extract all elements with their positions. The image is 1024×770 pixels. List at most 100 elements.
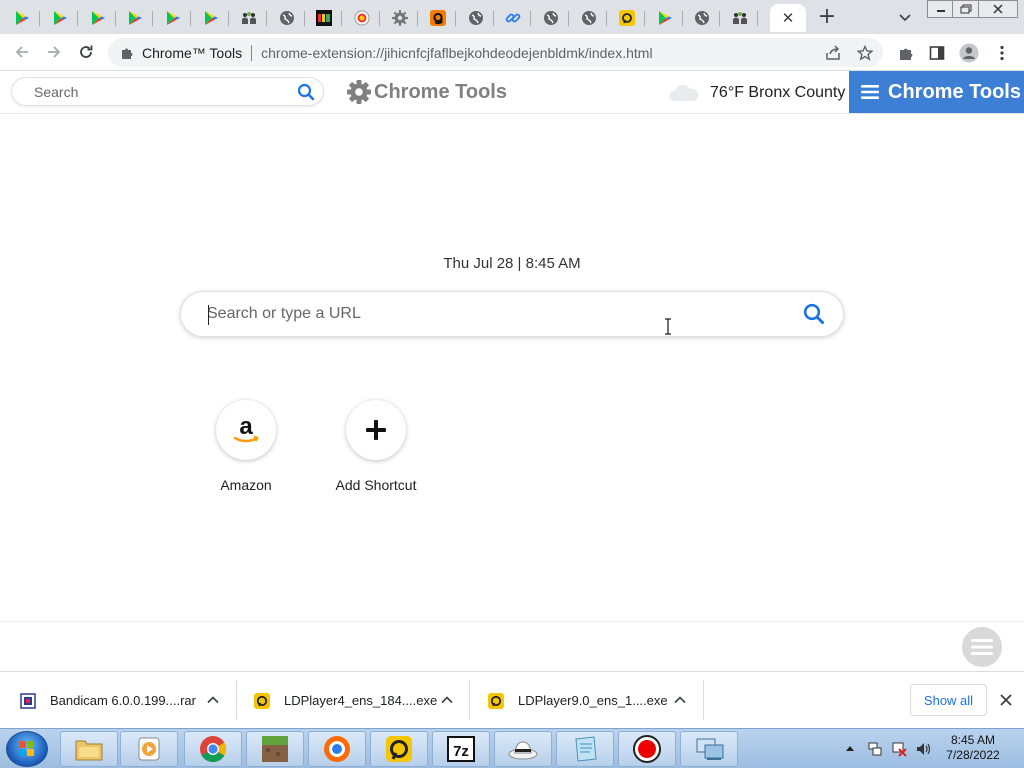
windows-taskbar: 7z 8:45 AM 7/28/2022 xyxy=(0,728,1024,768)
network-status-icon[interactable] xyxy=(891,741,907,757)
new-tab-button[interactable]: + xyxy=(814,6,840,30)
ldplayer-icon xyxy=(618,10,635,26)
taskbar-app-button[interactable] xyxy=(494,731,552,767)
browser-tab[interactable] xyxy=(231,4,267,32)
omnibox[interactable]: Chrome™ Tools chrome-extension://jihicnf… xyxy=(108,38,883,67)
recorder-icon xyxy=(632,734,662,764)
link-icon xyxy=(505,10,521,26)
download-name: LDPlayer4_ens_184....exe xyxy=(284,693,438,708)
browser-tab[interactable] xyxy=(80,4,116,32)
main-search-box[interactable] xyxy=(180,291,844,337)
taskbar-app-button[interactable] xyxy=(246,731,304,767)
hamburger-icon xyxy=(861,85,879,99)
globe-icon xyxy=(694,10,710,26)
close-tab-icon[interactable]: ✕ xyxy=(782,9,795,27)
minecraft-icon xyxy=(260,734,290,764)
amazon-logo-icon: a xyxy=(216,400,276,460)
chevron-up-icon[interactable] xyxy=(673,693,687,707)
chevron-up-icon[interactable] xyxy=(440,693,454,707)
brand-logo[interactable]: Chrome Tools xyxy=(346,78,507,106)
browser-tab[interactable] xyxy=(42,4,78,32)
add-shortcut-button[interactable]: Add Shortcut xyxy=(321,400,431,493)
system-clock[interactable]: 8:45 AM 7/28/2022 xyxy=(928,733,1018,763)
side-panel-icon[interactable] xyxy=(925,41,949,65)
restore-icon[interactable] xyxy=(952,0,979,18)
active-tab[interactable]: ✕ xyxy=(770,4,806,32)
main-search-input[interactable] xyxy=(207,305,787,323)
download-item[interactable]: Bandicam 6.0.0.199....rar xyxy=(20,672,196,729)
download-item[interactable]: LDPlayer9.0_ens_1....exe xyxy=(488,672,668,729)
browser-tab[interactable] xyxy=(155,4,192,32)
browser-tab[interactable] xyxy=(684,4,721,32)
globe-icon xyxy=(581,10,597,26)
header-search-box[interactable] xyxy=(11,77,324,106)
clock-date: 7/28/2022 xyxy=(946,748,1000,762)
tray-expand-icon[interactable] xyxy=(845,744,855,752)
download-divider xyxy=(236,680,237,720)
people-icon xyxy=(732,10,748,26)
shortcut-amazon[interactable]: a Amazon xyxy=(191,400,301,493)
taskbar-app-button[interactable] xyxy=(120,731,178,767)
browser-tab[interactable] xyxy=(722,4,759,32)
bookmark-star-icon[interactable] xyxy=(854,42,876,64)
omnibox-url[interactable]: chrome-extension://jihicnfcjfaflbejkohde… xyxy=(261,45,652,61)
taskbar-app-button[interactable] xyxy=(60,731,118,767)
window-close-icon[interactable] xyxy=(978,0,1018,18)
tab-search-icon[interactable] xyxy=(894,7,916,29)
search-icon[interactable] xyxy=(803,303,825,325)
browser-tab[interactable] xyxy=(458,4,494,32)
taskbar-app-button[interactable] xyxy=(618,731,676,767)
more-menu-icon[interactable] xyxy=(990,41,1014,65)
browser-tab[interactable] xyxy=(269,4,305,32)
share-icon[interactable] xyxy=(822,42,844,64)
browser-tab[interactable] xyxy=(609,4,645,32)
browser-tab[interactable] xyxy=(193,4,229,32)
back-icon[interactable] xyxy=(10,40,34,64)
download-name: LDPlayer9.0_ens_1....exe xyxy=(518,693,668,708)
profile-avatar-icon[interactable] xyxy=(957,41,981,65)
taskbar-app-button[interactable] xyxy=(308,731,366,767)
shortcut-label: Amazon xyxy=(220,477,272,493)
taskbar-app-button[interactable] xyxy=(556,731,614,767)
browser-tab[interactable] xyxy=(382,4,418,32)
extensions-icon[interactable] xyxy=(894,41,918,65)
7zip-icon: 7z xyxy=(446,735,476,763)
taskbar-app-button[interactable] xyxy=(370,731,428,767)
browser-tab[interactable] xyxy=(571,4,607,32)
ldplayer-icon xyxy=(384,734,414,764)
browser-tab[interactable] xyxy=(420,4,456,32)
action-center-flag-icon[interactable] xyxy=(867,741,883,757)
taskbar-app-button[interactable]: 7z xyxy=(432,731,490,767)
browser-tab[interactable] xyxy=(533,4,570,32)
browser-tab[interactable] xyxy=(495,4,532,32)
hat-icon xyxy=(507,736,539,762)
minimize-icon[interactable] xyxy=(927,0,954,18)
taskbar-app-button[interactable] xyxy=(184,731,242,767)
browser-tab[interactable] xyxy=(117,4,154,32)
svg-text:7z: 7z xyxy=(453,743,469,760)
google-play-icon xyxy=(203,10,219,26)
header-search-input[interactable] xyxy=(34,84,294,100)
svg-text:a: a xyxy=(239,413,253,440)
browser-icon xyxy=(322,734,352,764)
chevron-up-icon[interactable] xyxy=(206,693,220,707)
search-icon[interactable] xyxy=(297,83,315,101)
download-item[interactable]: LDPlayer4_ens_184....exe xyxy=(254,672,437,729)
browser-tab[interactable] xyxy=(4,4,40,32)
floating-menu-button[interactable] xyxy=(962,627,1002,667)
browser-tab[interactable] xyxy=(647,4,683,32)
browser-tab[interactable] xyxy=(344,4,381,32)
taskbar-app-button[interactable] xyxy=(680,731,738,767)
browser-tab[interactable] xyxy=(306,4,343,32)
weather-widget[interactable]: 76°F Bronx County xyxy=(668,81,845,105)
gear-icon xyxy=(347,80,371,104)
start-button-icon[interactable] xyxy=(6,731,48,767)
page-header: Chrome Tools 76°F Bronx County Chrome To… xyxy=(0,71,1024,114)
show-all-downloads-button[interactable]: Show all xyxy=(910,684,987,716)
reload-icon[interactable] xyxy=(74,40,98,64)
network-icon xyxy=(693,735,725,763)
forward-icon[interactable] xyxy=(42,40,66,64)
google-play-icon xyxy=(52,10,68,26)
main-menu-button[interactable]: Chrome Tools xyxy=(849,71,1024,113)
close-shelf-icon[interactable] xyxy=(997,691,1015,709)
